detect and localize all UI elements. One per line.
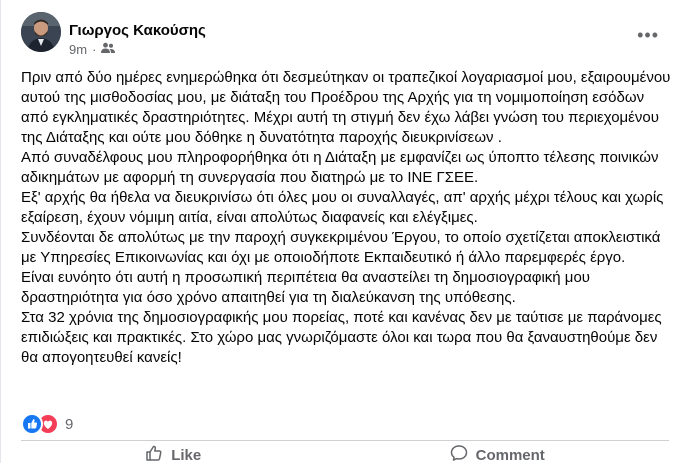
more-options-icon[interactable]: ••• (637, 26, 659, 44)
reactions-summary[interactable]: 9 (21, 413, 73, 435)
comment-button[interactable]: Comment (450, 438, 545, 466)
avatar-image (21, 12, 61, 52)
post-paragraph: Εξ' αρχής θα ήθελα να διευκρινίσω ότι όλ… (21, 189, 664, 226)
post-header: Γιωργος Κακούσης 9m · ••• (21, 12, 671, 62)
facebook-post-card: Γιωργος Κακούσης 9m · ••• Πριν από δύο η… (0, 0, 689, 466)
post-paragraph: Στα 32 χρόνια της δημοσιογραφικής μου πο… (21, 309, 662, 366)
post-actions: Like Comment (21, 438, 669, 466)
meta-separator: · (92, 42, 97, 57)
reaction-count: 9 (65, 415, 74, 433)
comment-button-label: Comment (475, 446, 545, 464)
like-reaction-icon (21, 413, 43, 435)
like-button[interactable]: Like (145, 438, 201, 466)
post-meta: 9m · (69, 42, 116, 57)
post-paragraph: Συνδέονται δε απολύτως με την παροχή συγ… (21, 229, 661, 266)
post-timestamp[interactable]: 9m (69, 42, 87, 57)
like-button-label: Like (171, 446, 202, 464)
author-avatar[interactable] (21, 12, 61, 52)
post-paragraph: Είναι ευνόητο ότι αυτή η προσωπική περιπ… (21, 269, 590, 306)
author-name[interactable]: Γιωργος Κακούσης (69, 22, 206, 39)
post-paragraph: Από συναδέλφους μου πληροφορήθηκα ότι η … (21, 149, 659, 186)
friends-icon[interactable] (101, 42, 116, 57)
post-text: Πριν από δύο ημέρες ενημερώθηκα ότι δεσμ… (21, 68, 671, 368)
post-paragraph: Πριν από δύο ημέρες ενημερώθηκα ότι δεσμ… (21, 69, 671, 146)
